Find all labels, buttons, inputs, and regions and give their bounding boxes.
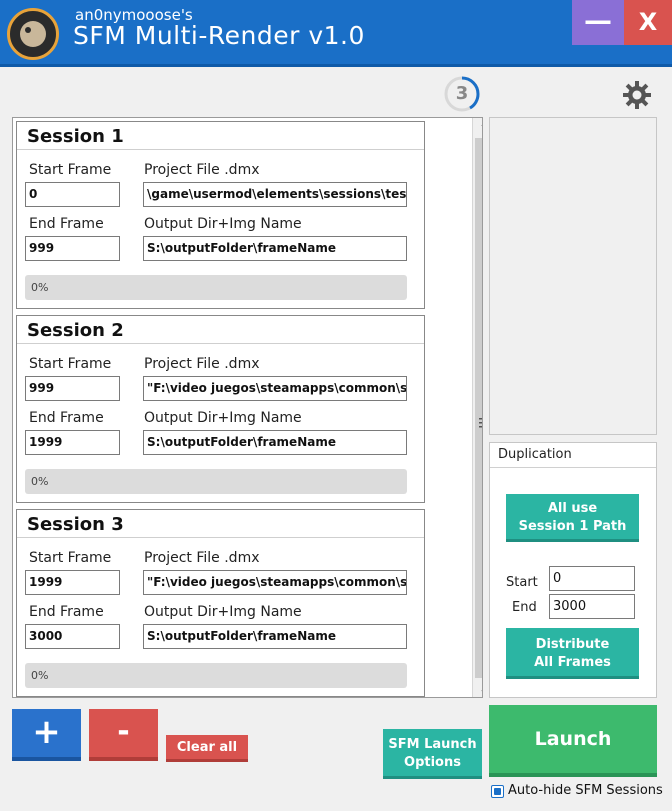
all-use-session1-path-button[interactable]: All use Session 1 Path [506, 494, 639, 542]
title-bar: an0nymooose's SFM Multi-Render v1.0 — X [0, 0, 672, 67]
project-file-label: Project File .dmx [144, 550, 260, 566]
sfm-launch-options-button[interactable]: SFM Launch Options [383, 729, 482, 779]
output-dir-input[interactable]: S:\outputFolder\frameName [143, 624, 407, 649]
duplication-title: Duplication [498, 447, 572, 462]
scroll-up-icon[interactable]: ⌃ [473, 118, 482, 138]
button-label-line2: Options [404, 755, 461, 770]
session-progress-bar: 0% [25, 275, 407, 300]
button-label-line1: SFM Launch [388, 737, 477, 752]
button-label-line1: Distribute [535, 637, 610, 652]
session-count-indicator: 3 [443, 75, 481, 113]
start-frame-input[interactable]: 1999 [25, 570, 120, 595]
app-logo-icon [7, 8, 59, 60]
session-title: Session 2 [27, 320, 124, 341]
session-panel-3: Session 3 Start Frame Project File .dmx … [16, 509, 425, 697]
session-progress-bar: 0% [25, 663, 407, 688]
button-label-line2: Session 1 Path [518, 519, 627, 534]
project-file-input[interactable]: "F:\video juegos\steamapps\common\sou [143, 570, 407, 595]
end-frame-label: End Frame [29, 604, 104, 620]
session-panel-1: Session 1 Start Frame Project File .dmx … [16, 121, 425, 309]
divider [17, 149, 424, 150]
output-dir-label: Output Dir+Img Name [144, 604, 302, 620]
autohide-checkbox[interactable] [491, 785, 504, 798]
output-dir-label: Output Dir+Img Name [144, 216, 302, 232]
dup-start-label: Start [506, 575, 538, 590]
divider [17, 343, 424, 344]
session-count: 3 [455, 83, 469, 104]
duplication-panel: Duplication All use Session 1 Path Start… [489, 442, 657, 698]
dup-end-input[interactable]: 3000 [549, 594, 635, 619]
sessions-scrollbar[interactable]: ⌃ ⌄ [472, 118, 482, 697]
add-session-button[interactable]: + [12, 709, 81, 761]
start-frame-label: Start Frame [29, 356, 112, 372]
start-frame-input[interactable]: 999 [25, 376, 120, 401]
scroll-thumb[interactable] [475, 138, 482, 678]
end-frame-label: End Frame [29, 410, 104, 426]
session-title: Session 1 [27, 126, 124, 147]
close-button[interactable]: X [624, 0, 672, 45]
grip-icon [479, 418, 482, 428]
output-dir-input[interactable]: S:\outputFolder\frameName [143, 430, 407, 455]
divider [490, 467, 656, 468]
sessions-list[interactable]: Session 1 Start Frame Project File .dmx … [12, 117, 483, 698]
end-frame-input[interactable]: 1999 [25, 430, 120, 455]
scroll-down-icon[interactable]: ⌄ [473, 679, 482, 697]
project-file-label: Project File .dmx [144, 356, 260, 372]
dup-start-input[interactable]: 0 [549, 566, 635, 591]
start-frame-label: Start Frame [29, 550, 112, 566]
dup-end-label: End [512, 600, 537, 615]
button-label-line1: All use [547, 501, 598, 516]
button-label-line2: All Frames [534, 655, 611, 670]
remove-session-button[interactable]: - [89, 709, 158, 761]
status-panel [489, 117, 657, 435]
app-title: SFM Multi-Render v1.0 [73, 21, 365, 50]
session-progress-bar: 0% [25, 469, 407, 494]
launch-button[interactable]: Launch [489, 705, 657, 777]
output-dir-input[interactable]: S:\outputFolder\frameName [143, 236, 407, 261]
distribute-all-frames-button[interactable]: Distribute All Frames [506, 628, 639, 679]
end-frame-label: End Frame [29, 216, 104, 232]
project-file-input[interactable]: \game\usermod\elements\sessions\test.d [143, 182, 407, 207]
output-dir-label: Output Dir+Img Name [144, 410, 302, 426]
session-title: Session 3 [27, 514, 124, 535]
divider [17, 537, 424, 538]
clear-all-button[interactable]: Clear all [166, 735, 248, 762]
minimize-button[interactable]: — [572, 0, 624, 45]
session-panel-2: Session 2 Start Frame Project File .dmx … [16, 315, 425, 503]
start-frame-input[interactable]: 0 [25, 182, 120, 207]
project-file-input[interactable]: "F:\video juegos\steamapps\common\sou [143, 376, 407, 401]
settings-gear-icon[interactable] [622, 80, 652, 110]
start-frame-label: Start Frame [29, 162, 112, 178]
project-file-label: Project File .dmx [144, 162, 260, 178]
end-frame-input[interactable]: 999 [25, 236, 120, 261]
autohide-label: Auto-hide SFM Sessions [508, 783, 663, 798]
end-frame-input[interactable]: 3000 [25, 624, 120, 649]
